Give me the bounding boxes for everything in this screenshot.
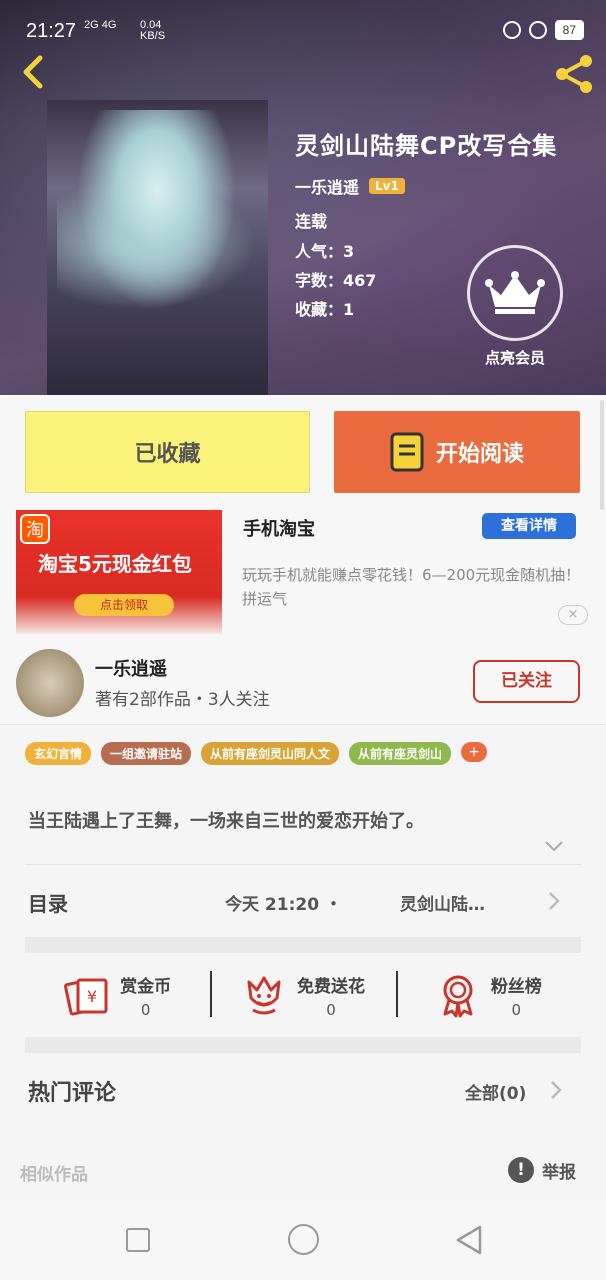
report-button[interactable]: ! 举报 [508,1157,576,1183]
start-reading-label: 开始阅读 [435,442,524,467]
follow-button[interactable]: 已关注 [473,660,580,703]
red-envelope-icon: ¥ [64,978,108,1016]
book-status: 连载 [295,212,328,231]
section-divider [25,937,581,953]
crown-icon [485,271,545,314]
book-word-count: 字数：467 [295,271,377,290]
recent-apps-icon[interactable] [126,1228,150,1252]
send-flower-button[interactable]: 免费送花 0 [210,953,395,1037]
ad-description: 玩玩手机就能赚点零花钱！6—200元现金随机抽！拼运气 [242,566,581,608]
chevron-right-icon [549,892,560,910]
tag-list: 玄幻言情 一组邀请驻站 从前有座剑灵山同人文 从前有座灵剑山 + [25,742,585,765]
ad-image[interactable]: 淘 淘宝5元现金红包 点击领取 [16,510,222,634]
book-cover[interactable] [47,100,268,395]
favorited-button[interactable]: 已收藏 [25,411,310,493]
reward-coins-button[interactable]: ¥ 赏金币 0 [25,953,210,1037]
stat-count: 0 [140,1000,151,1019]
divider [25,864,581,865]
chevron-right-icon [551,1081,562,1099]
book-title: 灵剑山陆舞CP改写合集 [295,132,558,160]
book-author-line: 一乐逍遥 Lv1 [295,174,405,198]
home-icon[interactable] [288,1224,319,1255]
toc-update-time: 今天 21:20 ・ [225,895,342,915]
author-card[interactable]: 一乐逍遥 著有2部作品・3人关注 已关注 [0,635,606,725]
status-bar: 21:27 2G 4G 0.04 KB/S 87 [0,0,606,46]
book-header: 21:27 2G 4G 0.04 KB/S 87 灵剑山陆舞CP改写合集 一乐逍… [0,0,606,395]
scrollbar[interactable] [600,400,604,510]
vip-button[interactable] [467,245,563,341]
stat-label: 赏金币 [120,976,172,997]
network-speed: 0.04 KB/S [140,19,166,42]
book-favorites: 收藏：1 [295,300,355,319]
hot-comments-row[interactable]: 热门评论 全部(0) [0,1055,606,1125]
author-card-name: 一乐逍遥 [95,659,167,680]
author-card-stats: 著有2部作品・3人关注 [95,690,270,710]
tag-item[interactable]: 从前有座剑灵山同人文 [201,742,340,765]
fan-ranking-button[interactable]: 粉丝榜 0 [395,953,581,1037]
battery-indicator: 87 [554,20,584,40]
ad-image-text: 淘宝5元现金红包 [38,552,192,576]
toc-latest-chapter: 灵剑山陆… [400,895,485,915]
ad-title: 手机淘宝 [243,519,315,540]
warning-icon: ! [508,1157,534,1183]
back-icon[interactable] [454,1224,484,1256]
status-icons: 87 [502,20,584,40]
section-divider [25,1037,581,1053]
stat-label: 免费送花 [296,976,365,997]
alarm-icon [528,21,547,39]
add-tag-button[interactable]: + [461,742,488,762]
chevron-down-icon[interactable] [544,838,564,854]
taobao-logo-icon: 淘 [20,514,50,544]
action-bar: 已收藏 开始阅读 [0,395,606,505]
network-indicator: 2G 4G [84,19,117,31]
flower-icon [247,976,281,1015]
hot-comments-label: 热门评论 [28,1081,117,1106]
stat-count: 0 [511,1000,522,1019]
ad-detail-button[interactable]: 查看详情 [482,513,576,539]
vip-label[interactable]: 点亮会员 [470,347,560,368]
back-arrow-icon[interactable] [14,52,54,92]
all-comments-link[interactable]: 全部(0) [465,1079,526,1104]
medal-icon [443,975,473,1018]
stats-bar: ¥ 赏金币 0 免费送花 0 粉丝榜 0 [25,953,581,1037]
tag-item[interactable]: 玄幻言情 [25,742,92,765]
tag-item[interactable]: 从前有座灵剑山 [349,742,452,765]
avatar[interactable] [16,649,84,717]
system-nav-bar [0,1200,606,1280]
svg-text:¥: ¥ [87,987,97,1006]
book-icon [390,432,424,472]
report-label: 举报 [542,1162,576,1183]
lock-icon [502,21,521,39]
share-icon[interactable] [552,52,596,96]
ad-claim-button[interactable]: 点击领取 [74,594,174,616]
close-icon[interactable]: × [558,605,588,625]
start-reading-button[interactable]: 开始阅读 [334,411,580,493]
book-author[interactable]: 一乐逍遥 [295,174,359,198]
table-of-contents-row[interactable]: 目录 今天 21:20 ・ 灵剑山陆… [0,866,606,936]
status-time: 21:27 [26,20,77,42]
tag-item[interactable]: 一组邀请驻站 [101,742,192,765]
similar-works-label: 相似作品 [20,1165,88,1185]
stat-count: 0 [326,1000,336,1019]
book-description: 当王陆遇上了王舞，一场来自三世的爱恋开始了。 [28,811,424,832]
level-badge: Lv1 [369,178,405,194]
stat-label: 粉丝榜 [490,976,542,997]
toc-label: 目录 [28,892,68,916]
ad-banner[interactable]: 淘 淘宝5元现金红包 点击领取 手机淘宝 查看详情 玩玩手机就能赚点零花钱！6—… [0,505,606,635]
book-popularity: 人气：3 [295,242,355,261]
